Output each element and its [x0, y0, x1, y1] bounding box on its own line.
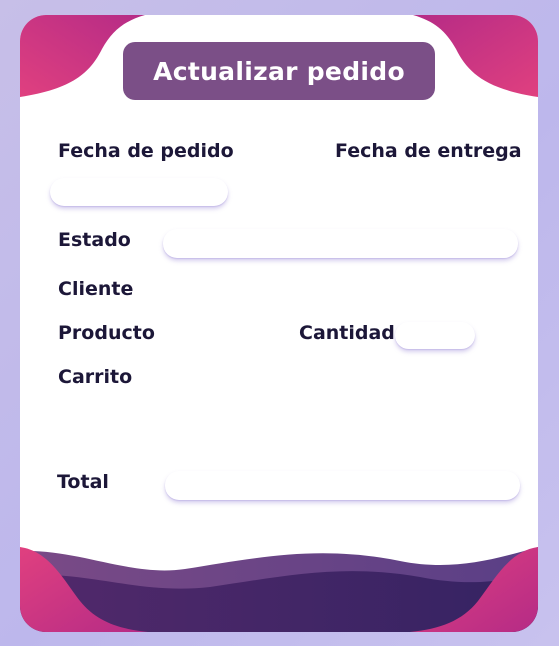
total-field[interactable] [165, 471, 520, 500]
product-label: Producto [58, 322, 155, 344]
update-order-card: Actualizar pedido Fecha de pedido Fecha … [20, 15, 538, 632]
delivery-date-label: Fecha de entrega [335, 140, 522, 162]
quantity-field[interactable] [395, 322, 475, 349]
total-label: Total [57, 471, 109, 493]
status-field[interactable] [163, 229, 518, 258]
bottom-wave-decoration [20, 547, 538, 632]
client-label: Cliente [58, 278, 134, 300]
order-date-field[interactable] [50, 178, 228, 206]
cart-label: Carrito [58, 366, 133, 388]
quantity-label: Cantidad [299, 322, 395, 344]
status-label: Estado [58, 229, 131, 251]
page-title: Actualizar pedido [123, 42, 435, 100]
order-date-label: Fecha de pedido [58, 140, 234, 162]
